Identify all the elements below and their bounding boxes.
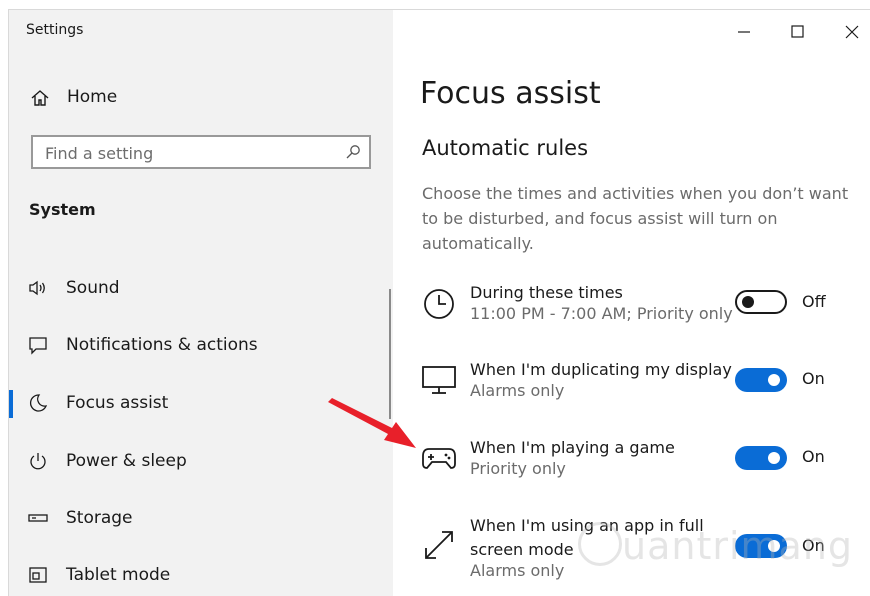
sidebar-item-home[interactable]: Home (9, 84, 393, 112)
section-title: System (29, 200, 96, 219)
rule-title: When I'm playing a game (470, 438, 675, 457)
toggle-knob (768, 374, 780, 386)
rule-toggle[interactable] (735, 368, 787, 392)
sidebar-item-label: Notifications & actions (66, 335, 258, 355)
rule-subtitle: Priority only (470, 459, 566, 478)
storage-icon (27, 507, 49, 529)
sidebar-item-notifications[interactable]: Notifications & actions (9, 328, 393, 362)
search-input[interactable] (43, 141, 337, 165)
close-icon (845, 25, 859, 39)
sidebar-item-tablet-mode[interactable]: Tablet mode (9, 558, 393, 592)
description-text: Choose the times and activities when you… (422, 184, 849, 253)
section-heading: Automatic rules (422, 136, 589, 160)
monitor-icon (420, 360, 458, 398)
moon-icon (27, 392, 49, 414)
sidebar-item-label: Storage (66, 508, 133, 528)
sidebar-item-label: Home (67, 87, 118, 107)
app-title: Settings (26, 22, 84, 38)
maximize-icon (791, 25, 804, 38)
sidebar-item-sound[interactable]: Sound (9, 271, 393, 305)
rule-title: When I'm duplicating my display (470, 360, 732, 379)
rule-subtitle: Alarms only (470, 561, 565, 580)
sidebar-item-label: Sound (66, 278, 120, 298)
sidebar-item-storage[interactable]: Storage (9, 501, 393, 535)
sidebar-item-label: Power & sleep (66, 451, 187, 471)
message-icon (27, 334, 49, 356)
rule-toggle[interactable] (735, 290, 787, 314)
annotation-arrow (328, 398, 416, 448)
watermark-logo (578, 522, 622, 566)
minimize-icon (738, 31, 750, 33)
rule-title: During these times (470, 283, 623, 302)
search-box[interactable] (31, 135, 371, 169)
clock-icon (420, 285, 458, 323)
sidebar: Settings Home System Sound Notifications… (9, 10, 393, 596)
fullscreen-icon (420, 526, 458, 564)
rule-duplicating-display: When I'm duplicating my display Alarms o… (420, 358, 860, 408)
home-icon (29, 87, 51, 109)
selected-indicator (9, 390, 13, 418)
rule-during-these-times: During these times 11:00 PM - 7:00 AM; P… (420, 281, 860, 331)
toggle-state-label: On (802, 369, 825, 388)
speaker-icon (27, 277, 49, 299)
toggle-knob (742, 296, 754, 308)
watermark-text: uantrimang (622, 524, 854, 568)
rule-subtitle: Alarms only (470, 381, 565, 400)
rule-subtitle: 11:00 PM - 7:00 AM; Priority only (470, 304, 733, 323)
tablet-icon (27, 564, 49, 586)
screenshot-top-margin (0, 0, 870, 9)
rule-playing-game: When I'm playing a game Priority only On (420, 436, 860, 486)
sidebar-item-label: Tablet mode (66, 565, 171, 585)
maximize-button[interactable] (779, 18, 815, 46)
gamepad-icon (420, 438, 458, 476)
power-icon (27, 450, 49, 472)
sidebar-item-label: Focus assist (66, 393, 169, 413)
rule-toggle[interactable] (735, 446, 787, 470)
toggle-knob (768, 452, 780, 464)
toggle-state-label: On (802, 447, 825, 466)
minimize-button[interactable] (726, 18, 762, 46)
page-title: Focus assist (420, 76, 601, 111)
toggle-state-label: Off (802, 292, 826, 311)
search-icon[interactable] (345, 144, 361, 160)
close-button[interactable] (834, 18, 870, 46)
